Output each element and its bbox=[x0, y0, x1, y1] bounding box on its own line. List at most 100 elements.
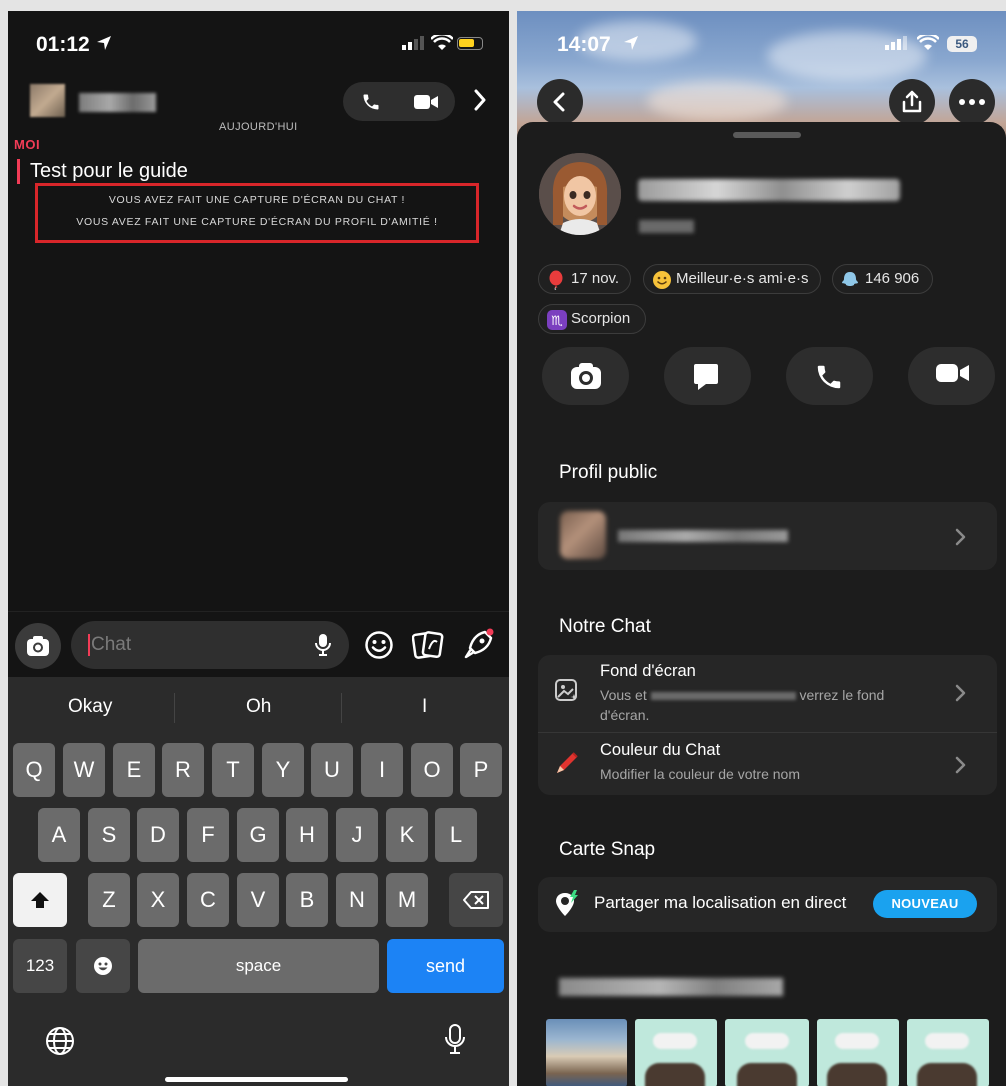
phone-icon[interactable] bbox=[360, 92, 382, 112]
birthday-chip[interactable]: 17 nov. bbox=[538, 264, 631, 294]
key-k[interactable]: K bbox=[386, 808, 428, 862]
saved-media-thumbnail[interactable] bbox=[725, 1019, 809, 1086]
chat-color-row[interactable]: Couleur du Chat Modifier la couleur de v… bbox=[538, 733, 997, 795]
snapscore-chip[interactable]: 146 906 bbox=[832, 264, 933, 294]
friend-name-blurred[interactable] bbox=[79, 93, 156, 112]
chat-input[interactable] bbox=[91, 631, 291, 659]
microphone-icon[interactable] bbox=[315, 634, 331, 656]
key-e[interactable]: E bbox=[113, 743, 155, 797]
wifi-icon bbox=[917, 35, 939, 50]
home-indicator bbox=[165, 1077, 348, 1082]
message-accent-bar bbox=[17, 159, 20, 184]
suggestion-okay[interactable]: Okay bbox=[68, 696, 112, 718]
saved-media-thumbnail[interactable] bbox=[907, 1019, 989, 1086]
key-y[interactable]: Y bbox=[262, 743, 304, 797]
key-v[interactable]: V bbox=[237, 873, 279, 927]
chevron-right-icon bbox=[955, 528, 966, 546]
key-n[interactable]: N bbox=[336, 873, 378, 927]
emoji-key[interactable] bbox=[76, 939, 130, 993]
saved-media-thumbnail[interactable] bbox=[546, 1019, 627, 1086]
camera-button[interactable] bbox=[15, 623, 61, 669]
share-button[interactable] bbox=[889, 79, 935, 125]
friend-username-blurred bbox=[639, 220, 694, 233]
wallpaper-icon bbox=[555, 679, 578, 701]
public-profile-name-blurred bbox=[618, 530, 788, 542]
dictation-mic-icon[interactable] bbox=[445, 1024, 465, 1056]
key-s[interactable]: S bbox=[88, 808, 130, 862]
emoji-icon[interactable] bbox=[364, 630, 394, 660]
screenshot-notice-profile: VOUS AVEZ FAIT UNE CAPTURE D'ÉCRAN DU PR… bbox=[76, 216, 438, 228]
chat-message[interactable]: Test pour le guide bbox=[30, 160, 188, 183]
key-p[interactable]: P bbox=[460, 743, 502, 797]
screenshot-notice-box: VOUS AVEZ FAIT UNE CAPTURE D'ÉCRAN DU CH… bbox=[35, 183, 479, 243]
camera-icon bbox=[27, 636, 49, 656]
key-c[interactable]: C bbox=[187, 873, 229, 927]
shift-key[interactable] bbox=[13, 873, 67, 927]
key-u[interactable]: U bbox=[311, 743, 353, 797]
key-r[interactable]: R bbox=[162, 743, 204, 797]
saved-media-thumbnail[interactable] bbox=[635, 1019, 717, 1086]
sender-label: MOI bbox=[14, 137, 41, 152]
friend-avatar[interactable] bbox=[30, 84, 65, 117]
zodiac-label: Scorpion bbox=[571, 310, 631, 327]
svg-text:♏: ♏ bbox=[551, 314, 563, 329]
video-call-action-button[interactable] bbox=[908, 347, 995, 405]
key-a[interactable]: A bbox=[38, 808, 80, 862]
globe-icon[interactable] bbox=[45, 1026, 75, 1056]
key-j[interactable]: J bbox=[336, 808, 378, 862]
zodiac-chip[interactable]: ♏ Scorpion bbox=[538, 304, 646, 334]
chat-action-button[interactable] bbox=[664, 347, 751, 405]
signal-icon bbox=[402, 36, 424, 50]
key-w[interactable]: W bbox=[63, 743, 105, 797]
ellipsis-icon bbox=[959, 99, 985, 105]
camera-action-button[interactable] bbox=[542, 347, 629, 405]
cards-icon[interactable] bbox=[412, 630, 444, 660]
chevron-right-icon bbox=[955, 684, 966, 702]
live-location-card[interactable]: Partager ma localisation en direct NOUVE… bbox=[538, 877, 997, 932]
battery-level: 56 bbox=[947, 36, 977, 52]
voice-call-action-button[interactable] bbox=[786, 347, 873, 405]
share-icon bbox=[902, 90, 922, 113]
space-key[interactable]: space bbox=[138, 939, 379, 993]
back-button[interactable] bbox=[537, 79, 583, 125]
call-buttons bbox=[343, 82, 455, 121]
friendship-label: Meilleur·e·s ami·e·s bbox=[676, 270, 809, 287]
key-q[interactable]: Q bbox=[13, 743, 55, 797]
rocket-icon[interactable] bbox=[463, 628, 495, 660]
key-x[interactable]: X bbox=[137, 873, 179, 927]
key-z[interactable]: Z bbox=[88, 873, 130, 927]
key-g[interactable]: G bbox=[237, 808, 279, 862]
key-b[interactable]: B bbox=[286, 873, 328, 927]
chat-color-title: Couleur du Chat bbox=[600, 741, 721, 759]
key-d[interactable]: D bbox=[137, 808, 179, 862]
send-key[interactable]: send bbox=[387, 939, 504, 993]
chevron-right-icon[interactable] bbox=[473, 89, 487, 111]
sheet-grabber[interactable] bbox=[733, 132, 801, 138]
key-m[interactable]: M bbox=[386, 873, 428, 927]
location-arrow-icon bbox=[624, 36, 638, 50]
video-call-icon[interactable] bbox=[414, 94, 438, 110]
suggestion-oh[interactable]: Oh bbox=[246, 696, 271, 718]
backspace-key[interactable] bbox=[449, 873, 503, 927]
wallpaper-row[interactable]: Fond d'écran Vous et verrez le fond d'éc… bbox=[538, 655, 997, 732]
numbers-key[interactable]: 123 bbox=[13, 939, 67, 993]
key-t[interactable]: T bbox=[212, 743, 254, 797]
bitmoji-avatar[interactable] bbox=[539, 153, 621, 235]
balloon-icon bbox=[549, 270, 563, 290]
saved-media-thumbnail[interactable] bbox=[817, 1019, 899, 1086]
scorpio-icon: ♏ bbox=[547, 310, 567, 330]
text-cursor bbox=[88, 634, 90, 656]
key-l[interactable]: L bbox=[435, 808, 477, 862]
keyboard: Okay Oh I Q W E R T Y U I O P A S D F G … bbox=[8, 677, 509, 1086]
more-options-button[interactable] bbox=[949, 79, 995, 125]
key-o[interactable]: O bbox=[411, 743, 453, 797]
signal-icon bbox=[885, 36, 907, 50]
key-i[interactable]: I bbox=[361, 743, 403, 797]
key-f[interactable]: F bbox=[187, 808, 229, 862]
suggestion-i[interactable]: I bbox=[422, 696, 427, 718]
chevron-left-icon bbox=[553, 92, 565, 112]
key-h[interactable]: H bbox=[286, 808, 328, 862]
public-profile-card[interactable] bbox=[538, 502, 997, 570]
live-location-pin-icon bbox=[556, 890, 578, 916]
friendship-chip[interactable]: Meilleur·e·s ami·e·s bbox=[643, 264, 821, 294]
